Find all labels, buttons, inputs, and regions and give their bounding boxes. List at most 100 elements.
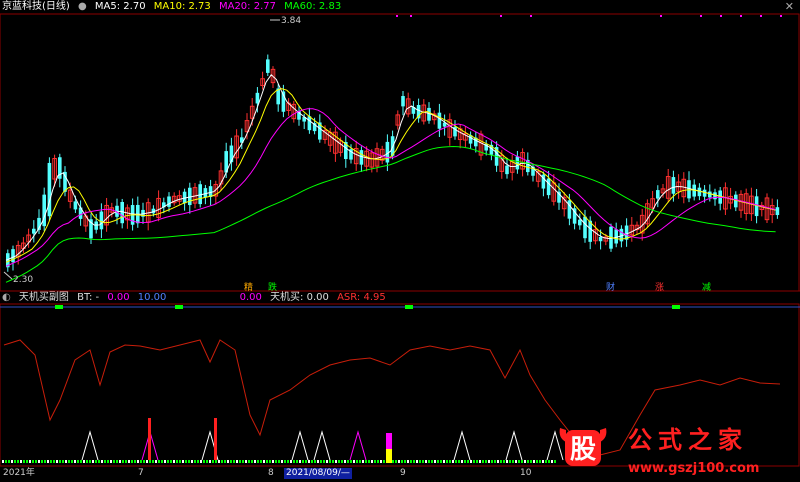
- date-label-10: 10: [520, 468, 532, 478]
- baseline-tick: [104, 460, 106, 463]
- candle-body: [671, 177, 676, 194]
- top-dot: [500, 15, 502, 17]
- baseline-tick: [377, 460, 379, 463]
- baseline-tick: [416, 460, 418, 463]
- baseline-tick: [266, 460, 268, 463]
- sub-chart-title[interactable]: 天机买副图: [19, 292, 69, 303]
- baseline-tick: [284, 460, 286, 463]
- baseline-tick: [119, 460, 121, 463]
- baseline-tick: [332, 460, 334, 463]
- baseline-tick: [128, 460, 130, 463]
- baseline-tick: [470, 460, 472, 463]
- candle-body: [32, 228, 36, 234]
- baseline-tick: [95, 460, 97, 463]
- baseline-tick: [371, 460, 373, 463]
- signal-spike: [81, 430, 99, 461]
- baseline-tick: [23, 460, 25, 463]
- baseline-tick: [272, 460, 274, 463]
- baseline-tick: [245, 460, 247, 463]
- baseline-tick: [62, 460, 64, 463]
- baseline-tick: [248, 460, 250, 463]
- candle-body: [229, 145, 234, 163]
- baseline-tick: [275, 460, 277, 463]
- baseline-tick: [485, 460, 487, 463]
- baseline-tick: [452, 460, 454, 463]
- signal-spike: [291, 430, 309, 461]
- signal-label-zhang: 涨: [655, 283, 665, 293]
- top-marker: [55, 305, 63, 309]
- candle-body: [505, 165, 509, 175]
- baseline-tick: [242, 460, 244, 463]
- baseline-tick: [29, 460, 31, 463]
- baseline-tick: [410, 460, 412, 463]
- baseline-tick: [440, 460, 442, 463]
- baseline-tick: [401, 460, 403, 463]
- candle-body: [614, 229, 618, 244]
- candle-body: [47, 162, 52, 217]
- candle-body: [255, 92, 260, 104]
- baseline-tick: [521, 460, 523, 463]
- baseline-tick: [335, 460, 337, 463]
- baseline-tick: [59, 460, 61, 463]
- baseline-tick: [494, 460, 496, 463]
- baseline-tick: [329, 460, 331, 463]
- baseline-tick: [527, 460, 529, 463]
- baseline-tick: [302, 460, 304, 463]
- baseline-tick: [224, 460, 226, 463]
- baseline-tick: [338, 460, 340, 463]
- baseline-tick: [176, 460, 178, 463]
- baseline-tick: [38, 460, 40, 463]
- baseline-tick: [512, 460, 514, 463]
- candle-body: [656, 190, 660, 199]
- baseline-tick: [80, 460, 82, 463]
- buy-bar: [214, 418, 217, 460]
- signal-bar-bottom: [386, 449, 392, 463]
- baseline-tick: [464, 460, 466, 463]
- baseline-tick: [236, 460, 238, 463]
- baseline-tick: [500, 460, 502, 463]
- baseline-tick: [239, 460, 241, 463]
- baseline-tick: [428, 460, 430, 463]
- baseline-tick: [134, 460, 136, 463]
- ma10-line: [5, 88, 776, 263]
- bt-value: BT: -: [77, 292, 100, 303]
- top-dot: [740, 15, 742, 17]
- low-price-label: 2.30: [13, 275, 33, 285]
- baseline-tick: [314, 460, 316, 463]
- baseline-tick: [188, 460, 190, 463]
- baseline-tick: [548, 460, 550, 463]
- baseline-tick: [536, 460, 538, 463]
- baseline-tick: [11, 460, 13, 463]
- baseline-tick: [350, 460, 352, 463]
- baseline-tick: [101, 460, 103, 463]
- candle-body: [437, 112, 442, 129]
- baseline-tick: [113, 460, 115, 463]
- candle-body: [276, 88, 280, 105]
- baseline-tick: [281, 460, 283, 463]
- baseline-tick: [344, 460, 346, 463]
- baseline-tick: [125, 460, 127, 463]
- baseline-tick: [191, 460, 193, 463]
- candle-body: [63, 171, 67, 192]
- baseline-tick: [89, 460, 91, 463]
- baseline-tick: [290, 460, 292, 463]
- signal-bar-top: [386, 433, 392, 449]
- candle-body: [120, 201, 124, 224]
- baseline-tick: [551, 460, 553, 463]
- baseline-tick: [392, 460, 394, 463]
- baseline-tick: [395, 460, 397, 463]
- baseline-tick: [206, 460, 208, 463]
- baseline-tick: [200, 460, 202, 463]
- baseline-tick: [50, 460, 52, 463]
- baseline-tick: [152, 460, 154, 463]
- baseline-tick: [2, 460, 4, 463]
- baseline-tick: [497, 460, 499, 463]
- candle-body: [598, 236, 603, 242]
- signal-spike: [349, 430, 367, 461]
- date-label-cursor[interactable]: 2021/08/09/—: [284, 468, 352, 479]
- sub-settings-icon[interactable]: ◐: [2, 292, 11, 303]
- candle-body: [546, 178, 551, 196]
- baseline-tick: [122, 460, 124, 463]
- baseline-tick: [260, 460, 262, 463]
- top-dot: [660, 15, 662, 17]
